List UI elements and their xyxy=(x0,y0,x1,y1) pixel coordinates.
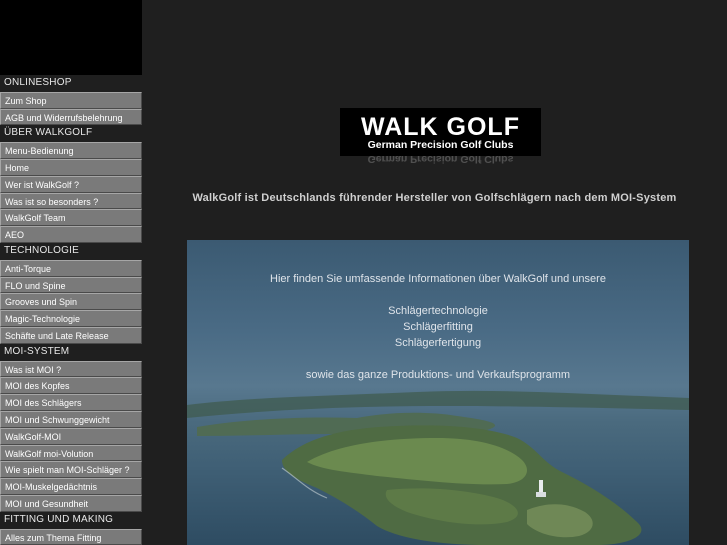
menu-item-link[interactable]: FLO und Spine xyxy=(0,276,142,294)
hero-coastline-image: Hier finden Sie umfassende Informationen… xyxy=(187,240,689,545)
menu-item-link[interactable]: MOI des Schlägers xyxy=(0,394,142,411)
menu-section-header: MOI-SYSTEM xyxy=(0,343,142,361)
menu-section-header: FITTING UND MAKING xyxy=(0,511,142,529)
page-headline: WalkGolf ist Deutschlands führender Hers… xyxy=(192,192,677,204)
menu-item-link[interactable]: Anti-Torque xyxy=(0,259,142,277)
menu-item-link[interactable]: Home xyxy=(0,158,142,176)
menu-item-link[interactable]: Zum Shop xyxy=(0,91,142,109)
sidebar-top-block xyxy=(0,0,142,75)
menu-section-header: ONLINESHOP xyxy=(0,75,142,92)
menu-item-link[interactable]: Was ist so besonders ? xyxy=(0,192,142,210)
menu-section-header: TECHNOLOGIE xyxy=(0,242,142,260)
menu-item-link[interactable]: Grooves und Spin xyxy=(0,293,142,311)
menu-item-link[interactable]: Wie spielt man MOI-Schläger ? xyxy=(0,461,142,479)
logo-reflection: German Precision Golf Clubs xyxy=(367,153,514,165)
menu-section-header: ÜBER WALKGOLF xyxy=(0,125,142,143)
menu-item-link[interactable]: Schäfte und Late Release xyxy=(0,326,142,344)
walkgolf-logo: WALK GOLF German Precision Golf Clubs xyxy=(340,108,541,156)
menu-item-link[interactable]: AEO xyxy=(0,226,142,243)
menu-item-link[interactable]: AGB und Widerrufsbelehrung xyxy=(0,108,142,126)
menu-item-link[interactable]: Wer ist WalkGolf ? xyxy=(0,175,142,193)
coastline-photo xyxy=(187,390,689,545)
hero-topic-fitting: Schlägerfitting xyxy=(403,321,473,333)
menu-item-link[interactable]: Alles zum Thema Fitting xyxy=(0,528,142,545)
sidebar: ONLINESHOP Zum Shop AGB und Widerrufsbeleh… xyxy=(0,0,142,545)
menu-item-link[interactable]: WalkGolf moi-Volution xyxy=(0,444,142,462)
navigation-menu: ONLINESHOP Zum Shop AGB und Widerrufsbeleh… xyxy=(0,75,142,545)
hero-topic-technology: Schlägertechnologie xyxy=(388,305,488,317)
hero-topic-manufacturing: Schlägerfertigung xyxy=(394,337,482,349)
menu-item-link[interactable]: MOI und Schwunggewicht xyxy=(0,410,142,428)
hero-intro-text: Hier finden Sie umfassende Informationen… xyxy=(270,273,606,285)
menu-item-link[interactable]: Was ist MOI ? xyxy=(0,360,142,378)
logo-tagline: German Precision Golf Clubs xyxy=(367,139,514,151)
menu-item-link[interactable]: WalkGolf-MOI xyxy=(0,427,142,445)
menu-item-link[interactable]: MOI und Gesundheit xyxy=(0,494,142,512)
main-content: WALK GOLF German Precision Golf Clubs Ge… xyxy=(142,0,727,545)
hero-outro-text: sowie das ganze Produktions- und Verkauf… xyxy=(305,369,571,381)
menu-item-link[interactable]: Magic-Technologie xyxy=(0,310,142,327)
logo-wordmark: WALK GOLF xyxy=(361,113,520,141)
menu-item-link[interactable]: MOI-Muskelgedächtnis xyxy=(0,478,142,495)
menu-item-link[interactable]: MOI des Kopfes xyxy=(0,377,142,395)
menu-item-link[interactable]: Menu-Bedienung xyxy=(0,142,142,159)
menu-item-link[interactable]: WalkGolf Team xyxy=(0,209,142,227)
